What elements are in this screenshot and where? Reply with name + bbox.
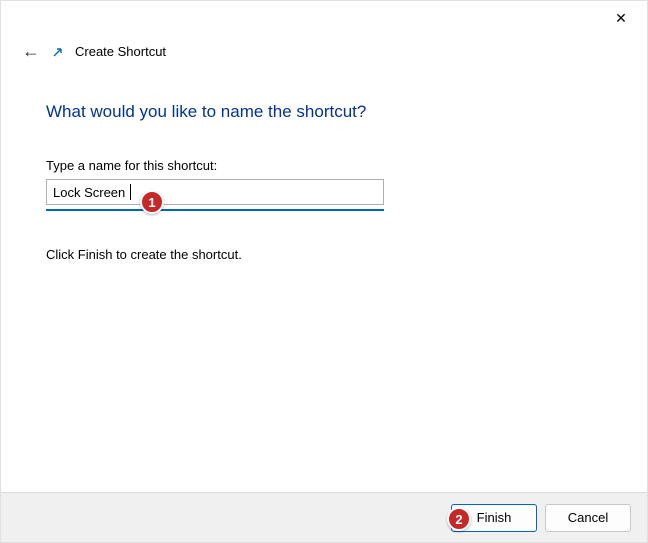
shortcut-name-input[interactable] xyxy=(46,179,384,205)
shortcut-name-label: Type a name for this shortcut: xyxy=(46,158,602,173)
cancel-button[interactable]: Cancel xyxy=(545,504,631,532)
shortcut-arrow-icon xyxy=(51,45,65,59)
annotation-badge-2: 2 xyxy=(447,507,471,531)
annotation-badge-1: 1 xyxy=(140,190,164,214)
wizard-title: Create Shortcut xyxy=(75,44,166,59)
text-caret xyxy=(130,184,131,200)
close-icon: ✕ xyxy=(615,10,627,27)
shortcut-name-input-wrapper xyxy=(46,179,384,205)
helper-text: Click Finish to create the shortcut. xyxy=(46,247,602,262)
wizard-footer: Finish Cancel xyxy=(1,492,647,542)
wizard-header: ← Create Shortcut xyxy=(1,35,647,62)
wizard-content: What would you like to name the shortcut… xyxy=(1,62,647,262)
input-focus-underline xyxy=(46,209,384,211)
titlebar: ✕ xyxy=(1,1,647,35)
page-heading: What would you like to name the shortcut… xyxy=(46,102,602,122)
back-arrow-icon[interactable]: ← xyxy=(21,41,41,62)
close-button[interactable]: ✕ xyxy=(603,4,639,32)
